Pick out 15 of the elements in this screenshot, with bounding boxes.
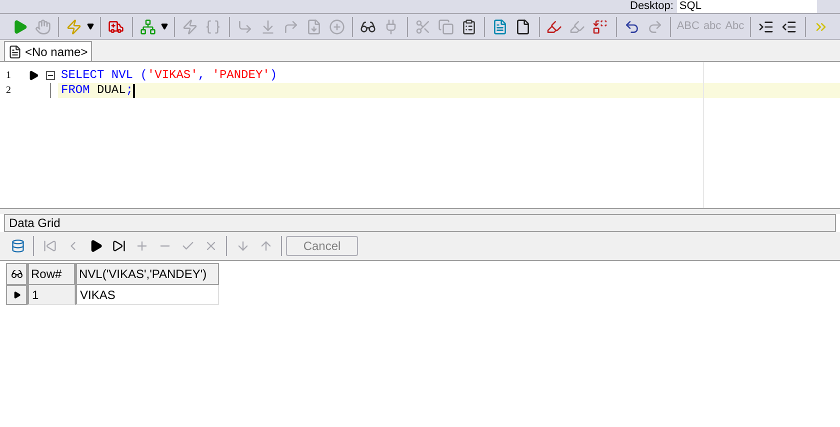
desktop-field[interactable]: SQL xyxy=(677,0,818,13)
grid-corner-icon xyxy=(6,263,27,285)
column-header[interactable]: NVL('VIKAS','PANDEY') xyxy=(75,263,219,285)
line-number: 2 xyxy=(5,84,12,98)
desktop-label: Desktop: xyxy=(630,0,674,13)
column-header[interactable]: Row# xyxy=(27,263,75,285)
dropdown-arrow-icon[interactable] xyxy=(161,23,168,30)
fold-toggle[interactable] xyxy=(46,71,54,80)
line-number: 1 xyxy=(5,69,12,83)
table-cell: VIKAS xyxy=(75,285,219,305)
panel-title: Data Grid xyxy=(9,215,60,232)
dropdown-arrow-icon[interactable] xyxy=(87,23,94,30)
editor-tab[interactable]: <No name> xyxy=(4,41,92,61)
table-cell: 1 xyxy=(27,285,75,305)
row-indicator[interactable] xyxy=(6,285,27,305)
